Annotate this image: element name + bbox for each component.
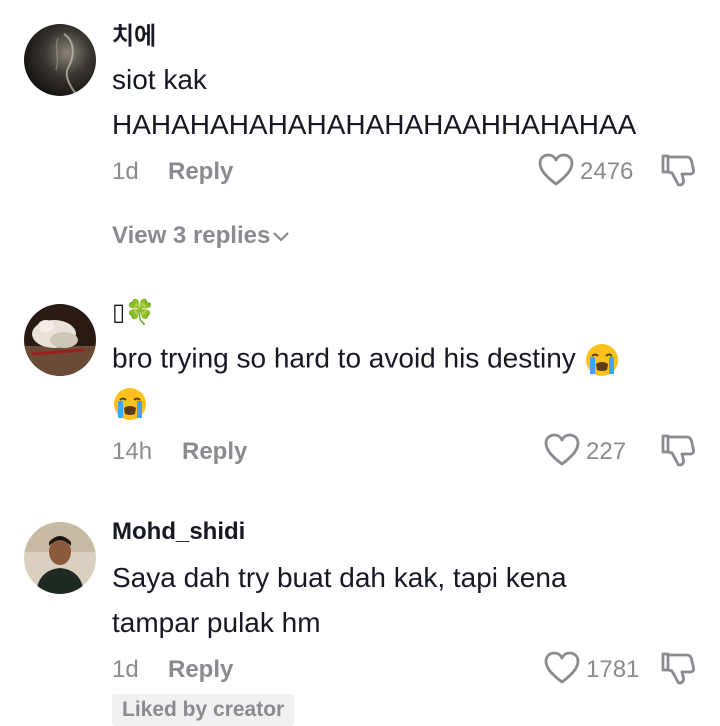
heart-icon[interactable]: [544, 433, 580, 467]
comment-text-line: siot kak: [112, 64, 207, 95]
heart-icon[interactable]: [538, 153, 574, 187]
like-count: 227: [586, 438, 627, 465]
comment-text-line: [112, 386, 148, 422]
loudly-crying-face-emoji: [585, 344, 618, 376]
reply-button[interactable]: Reply: [168, 158, 233, 186]
like-count: 1781: [586, 656, 640, 683]
username[interactable]: ▯🍀: [112, 298, 155, 327]
comment-text-line: bro trying so hard to avoid his destiny: [112, 342, 620, 378]
avatar[interactable]: [24, 24, 96, 96]
dislike-icon[interactable]: [660, 432, 696, 468]
comment-text-line: Saya dah try buat dah kak, tapi kena: [112, 562, 567, 593]
dislike-icon[interactable]: [660, 650, 696, 686]
reply-button[interactable]: Reply: [182, 438, 247, 466]
username[interactable]: 치에: [112, 16, 156, 51]
view-replies-label: View 3 replies: [112, 222, 271, 249]
comment-text-line: HAHAHAHAHAHAHAHAHAAHHAHAHAA: [112, 109, 637, 140]
reply-button[interactable]: Reply: [168, 656, 233, 684]
dislike-icon[interactable]: [660, 152, 696, 188]
liked-by-creator-badge: Liked by creator: [112, 694, 295, 726]
avatar[interactable]: [24, 522, 96, 594]
comment-text: bro trying so hard to avoid his destiny: [112, 342, 576, 374]
heart-icon[interactable]: [544, 651, 580, 685]
chevron-down-icon: [273, 231, 290, 242]
view-replies-button[interactable]: View 3 replies: [112, 222, 290, 250]
avatar[interactable]: [24, 304, 96, 376]
comment-time: 1d: [112, 656, 139, 683]
like-count: 2476: [580, 158, 634, 185]
comment-time: 1d: [112, 158, 139, 185]
comment-time: 14h: [112, 438, 153, 465]
username[interactable]: Mohd_shidi: [112, 518, 245, 546]
loudly-crying-face-emoji: [114, 388, 146, 420]
comment-text-line: tampar pulak hm: [112, 607, 321, 638]
